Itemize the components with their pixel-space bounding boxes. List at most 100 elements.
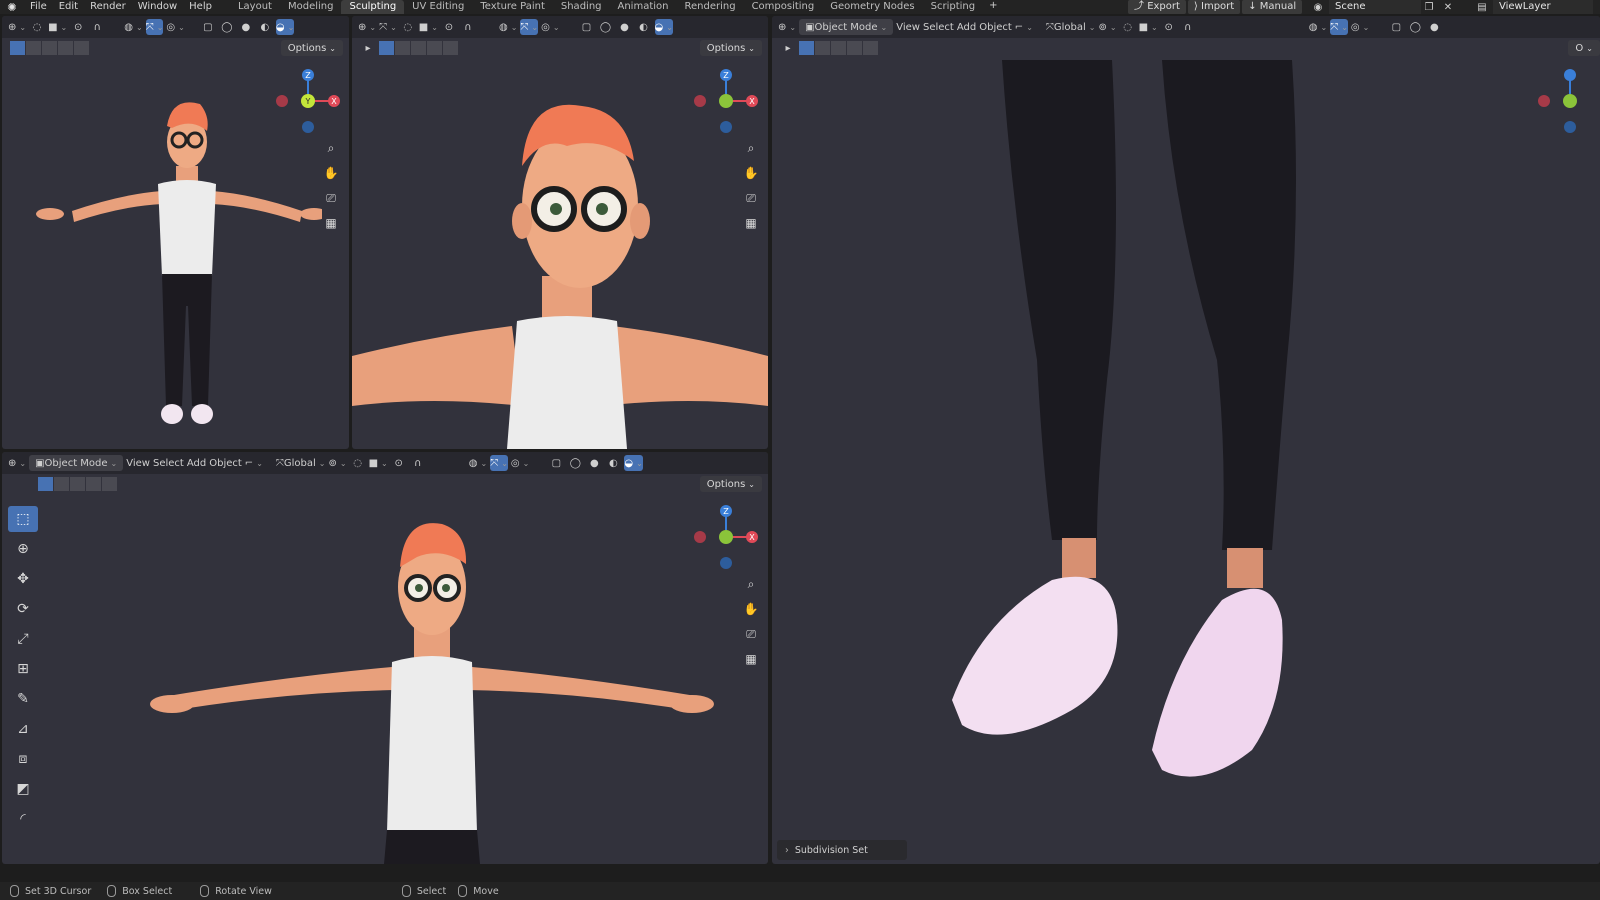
menu-file[interactable]: File [24, 0, 53, 14]
tab-sculpting[interactable]: Sculpting [341, 0, 405, 14]
gizmo-toggle-icon[interactable]: ⤧ [490, 455, 508, 471]
menu-add[interactable]: Add [187, 455, 206, 471]
menu-add[interactable]: Add [957, 19, 976, 35]
tab-uv-editing[interactable]: UV Editing [404, 0, 472, 14]
overlay-icon[interactable]: ◎ [511, 455, 529, 471]
menu-window[interactable]: Window [132, 0, 183, 14]
visibility-icon[interactable]: ◍ [124, 19, 142, 35]
new-scene-icon[interactable]: ❐ [1421, 0, 1437, 14]
transform-pivot-icon[interactable]: ⌐ [1015, 19, 1033, 35]
menu-render[interactable]: Render [84, 0, 132, 14]
last-operation-panel[interactable]: › Subdivision Set [777, 840, 907, 860]
tab-compositing[interactable]: Compositing [744, 0, 823, 14]
rendered-shading-icon[interactable]: ◒ [275, 19, 295, 35]
tab-layout[interactable]: Layout [230, 0, 280, 14]
falloff-icon[interactable]: ∩ [89, 19, 105, 35]
lasso-icon[interactable]: ◌ [350, 455, 366, 471]
gizmo-toggle-icon[interactable]: ⤧ [145, 19, 164, 35]
menu-object[interactable]: Object [979, 19, 1012, 35]
annotate-icon[interactable]: ✎ [8, 686, 38, 712]
wireframe-shading-icon[interactable]: ◯ [219, 19, 235, 35]
orientation-dropdown[interactable]: ⤧ Global [276, 455, 326, 471]
xray-icon[interactable]: ▢ [579, 19, 595, 35]
material-shading-icon[interactable]: ◐ [636, 19, 652, 35]
overlay-icon[interactable]: ◎ [166, 19, 184, 35]
toolbar-toggle-icon[interactable]: ▸ [780, 40, 796, 56]
select-box-icon[interactable]: ⬚ [8, 506, 38, 532]
xray-icon[interactable]: ▢ [200, 19, 216, 35]
view-layer-selector[interactable]: ▤ ViewLayer [1474, 0, 1593, 14]
manual-button[interactable]: ↓ Manual [1242, 0, 1303, 14]
extrude-icon[interactable]: ◩ [8, 776, 38, 802]
grid-icon[interactable]: ▦ [321, 213, 341, 233]
wireframe-shading-icon[interactable]: ◯ [598, 19, 614, 35]
selection-mode-buttons[interactable] [38, 477, 118, 491]
tab-rendering[interactable]: Rendering [676, 0, 743, 14]
blender-logo-icon[interactable]: ✺ [0, 1, 24, 14]
falloff-icon[interactable]: ∩ [410, 455, 426, 471]
material-shading-icon[interactable]: ◐ [605, 455, 621, 471]
visibility-icon[interactable]: ◍ [469, 455, 487, 471]
orientation-icon[interactable]: ⤧ [379, 19, 397, 35]
solid-shading-icon[interactable]: ● [238, 19, 254, 35]
options-dropdown[interactable]: Options [699, 476, 762, 492]
xray-icon[interactable]: ▢ [1388, 19, 1404, 35]
falloff-icon[interactable]: ∩ [1180, 19, 1196, 35]
options-dropdown[interactable]: Options [280, 40, 343, 56]
pivot-icon[interactable]: ⊙ [441, 19, 457, 35]
editor-type-icon[interactable]: ⊕ [8, 19, 26, 35]
visibility-icon[interactable]: ◍ [1309, 19, 1327, 35]
orientation-dropdown[interactable]: ⤧ Global [1046, 19, 1096, 35]
rendered-shading-icon[interactable]: ◒ [624, 455, 643, 471]
view-layer-name-field[interactable]: ViewLayer [1493, 0, 1593, 14]
solid-shading-icon[interactable]: ● [1426, 19, 1442, 35]
tab-animation[interactable]: Animation [610, 0, 677, 14]
tab-modeling[interactable]: Modeling [280, 0, 342, 14]
brush-square-icon[interactable]: ■ [419, 19, 438, 35]
menu-object[interactable]: Object [209, 455, 242, 471]
selection-mode-buttons[interactable] [799, 41, 879, 55]
hand-pan-icon[interactable]: ✋ [741, 599, 761, 619]
material-shading-icon[interactable]: ◐ [257, 19, 273, 35]
pivot-icon[interactable]: ⊙ [70, 19, 86, 35]
scene-name-field[interactable]: Scene [1329, 0, 1421, 14]
brush-square-icon[interactable]: ■ [369, 455, 388, 471]
toolbar-toggle-icon[interactable]: ▸ [360, 40, 376, 56]
overlay-icon[interactable]: ◎ [541, 19, 559, 35]
measure-icon[interactable]: ⊿ [8, 716, 38, 742]
options-dropdown[interactable]: Options [699, 40, 762, 56]
transform-icon[interactable]: ⊞ [8, 656, 38, 682]
viewport-top-middle[interactable]: ⊕ ⤧ ◌ ■ ⊙ ∩ ◍ ⤧ ◎ ▢ ◯ ● ◐ ◒ ▸ Options Z … [352, 16, 768, 449]
bevel-icon[interactable]: ◜ [8, 806, 38, 832]
wireframe-shading-icon[interactable]: ◯ [1407, 19, 1423, 35]
hand-pan-icon[interactable]: ✋ [321, 163, 341, 183]
gizmo-toggle-icon[interactable]: ⤧ [1330, 19, 1348, 35]
editor-type-icon[interactable]: ⊕ [8, 455, 26, 471]
mode-dropdown[interactable]: ▣ Object Mode [29, 455, 124, 471]
scene-selector[interactable]: ◉ Scene ❐ ✕ [1310, 0, 1459, 14]
gizmo-toggle-icon[interactable]: ⤧ [520, 19, 539, 35]
camera-icon[interactable]: ⎚ [741, 624, 761, 644]
brush-square-icon[interactable]: ■ [48, 19, 67, 35]
transform-pivot-icon[interactable]: ⌐ [245, 455, 263, 471]
tab-texture-paint[interactable]: Texture Paint [472, 0, 553, 14]
viewport-right[interactable]: ⊕ ▣ Object Mode View Select Add Object ⌐… [772, 16, 1600, 864]
export-button[interactable]: ⤴ Export [1128, 0, 1186, 14]
add-cube-icon[interactable]: ⧈ [8, 746, 38, 772]
pivot-icon[interactable]: ⊙ [391, 455, 407, 471]
scale-icon[interactable]: ⤢ [8, 626, 38, 652]
overlay-icon[interactable]: ◎ [1351, 19, 1369, 35]
solid-shading-icon[interactable]: ● [617, 19, 633, 35]
falloff-icon[interactable]: ∩ [460, 19, 476, 35]
menu-view[interactable]: View [896, 19, 920, 35]
delete-scene-icon[interactable]: ✕ [1440, 0, 1456, 14]
zoom-icon[interactable]: ⌕ [741, 574, 761, 594]
menu-select[interactable]: Select [153, 455, 184, 471]
lasso-icon[interactable]: ◌ [1120, 19, 1136, 35]
tab-geometry-nodes[interactable]: Geometry Nodes [822, 0, 922, 14]
move-icon[interactable]: ✥ [8, 566, 38, 592]
menu-help[interactable]: Help [183, 0, 218, 14]
rendered-shading-icon[interactable]: ◒ [654, 19, 673, 35]
viewport-bottom-left[interactable]: ⊕ ▣ Object Mode View Select Add Object ⌐… [2, 452, 768, 864]
menu-view[interactable]: View [126, 455, 150, 471]
